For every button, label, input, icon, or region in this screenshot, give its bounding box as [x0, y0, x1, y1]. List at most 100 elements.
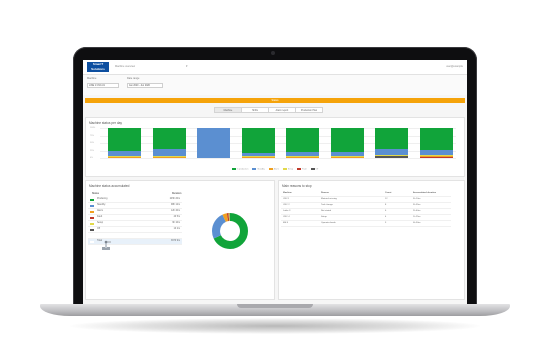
bar-segment-series-6	[375, 128, 408, 149]
legend-item[interactable]: Setup	[282, 168, 293, 171]
robot-arm-icon	[102, 240, 111, 250]
nav-title[interactable]: Machine overview	[115, 65, 135, 68]
machine-select[interactable]: LINE 1 CNC-01	[87, 83, 119, 88]
stop-reason-cell: CNC 4	[283, 216, 290, 218]
stop-reason-cell: Tool change	[321, 204, 333, 206]
laptop-notch	[237, 304, 313, 308]
status-banner[interactable]: Status	[85, 98, 465, 103]
logo-text-2: Solutions	[91, 67, 105, 71]
stop-reason-cell: 2h 40m	[413, 210, 421, 212]
bar-day-3[interactable]	[197, 128, 230, 158]
legend-label: Alarm	[273, 168, 279, 171]
tab-production-plan[interactable]: Production Plan	[295, 107, 323, 113]
stop-reason-cell: Material missing	[321, 198, 337, 200]
stop-reason-cell: 3	[385, 222, 387, 224]
stop-reason-cell: Mill 5	[283, 222, 289, 224]
legend-label: Off	[315, 168, 319, 171]
bar-segment-series-4	[375, 154, 408, 156]
status-name: Standby	[97, 204, 106, 206]
stop-reason-row[interactable]: Mill 5 Operator break 3 0h 50m	[281, 221, 451, 227]
bar-segment-series-5	[108, 151, 141, 156]
stop-reason-cell: CNC 2	[283, 204, 290, 206]
bar-day-4[interactable]	[241, 128, 275, 158]
bar-day-5[interactable]	[286, 128, 319, 158]
bar-segment-series-4	[152, 155, 186, 157]
stop-reason-cell: Not stated	[321, 210, 331, 212]
bar-segment-series-5	[241, 152, 275, 157]
status-duration: 98h 12m	[171, 204, 180, 206]
bar-segment-series-5	[197, 128, 230, 158]
tab-machine[interactable]: Machine	[214, 107, 242, 113]
laptop-shadow	[70, 318, 480, 334]
bar-day-2[interactable]	[152, 128, 186, 158]
status-color-swatch	[90, 228, 94, 231]
bar-segment-series-4	[108, 155, 141, 157]
y-tick-label: 100%	[90, 127, 96, 129]
stop-reasons-panel: Main reasons to stop Machine Reason Coun…	[278, 180, 465, 300]
stop-reason-cell: 8	[385, 204, 387, 206]
chart-legend: In production Standby Alarm Setup Fault Off	[86, 168, 464, 171]
bar-segment-series-4	[241, 156, 275, 157]
legend-label: In production	[236, 168, 249, 171]
bar-day-6[interactable]	[330, 128, 364, 158]
legend-swatch	[231, 168, 236, 170]
status-color-swatch	[90, 234, 94, 237]
bar-segment-series-5	[152, 149, 186, 156]
bar-segment-series-6	[152, 128, 186, 149]
status-name: Off	[97, 228, 101, 230]
bar-day-7[interactable]	[375, 128, 408, 158]
tab-alarm-report[interactable]: Alarm report	[268, 107, 296, 113]
bar-segment-series-5	[286, 152, 319, 156]
bar-segment-series-5	[419, 149, 453, 155]
chart-gridline	[100, 158, 456, 159]
filter-label-date: Date range	[127, 77, 140, 80]
legend-item[interactable]: In production	[231, 168, 249, 171]
bar-segment-series-3	[375, 155, 408, 157]
status-color-swatch	[90, 198, 94, 201]
status-name: Producing	[97, 198, 108, 200]
camera-dot	[271, 51, 275, 55]
bar-segment-series-3	[419, 155, 453, 157]
legend-swatch	[252, 168, 257, 170]
stop-reason-cell: 1h 25m	[413, 216, 421, 218]
stops-col-reason: Reason	[321, 192, 329, 194]
legend-label: Standby	[257, 168, 265, 171]
status-summary-panel: Machine status accumulated Status Durati…	[85, 180, 275, 300]
bar-segment-series-3	[152, 156, 186, 158]
legend-swatch	[282, 168, 287, 170]
legend-item[interactable]: Standby	[252, 168, 265, 171]
stop-reason-cell: 3h 55m	[413, 204, 421, 206]
chart-title: Machine status per day	[89, 121, 122, 125]
legend-item[interactable]: Fault	[297, 168, 307, 171]
view-tabs: Machine Shifts Alarm report Production P…	[214, 107, 323, 113]
stops-title: Main reasons to stop	[282, 184, 312, 188]
status-color-swatch	[90, 216, 94, 219]
status-donut-chart	[212, 213, 248, 249]
app-logo[interactable]: SmartT Solutions	[87, 62, 109, 72]
tab-shifts[interactable]: Shifts	[241, 107, 269, 113]
bar-segment-series-3	[241, 156, 275, 158]
bar-segment-series-2	[419, 156, 453, 158]
legend-item[interactable]: Off	[310, 168, 319, 171]
user-menu[interactable]: user@example	[446, 65, 463, 68]
bar-segment-series-4	[286, 155, 319, 157]
status-duration: 6h 10m	[172, 222, 180, 224]
legend-item[interactable]: Alarm	[268, 168, 279, 171]
duration-header: Duration	[172, 193, 182, 195]
bar-segment-series-6	[108, 128, 141, 152]
bar-segment-series-4	[419, 154, 453, 156]
status-name: Alarm	[97, 210, 103, 212]
status-color-swatch	[90, 240, 94, 243]
bar-day-8[interactable]	[419, 128, 453, 158]
filter-label-machine: Machine	[87, 77, 97, 80]
legend-label: Fault	[302, 168, 307, 171]
bar-day-1[interactable]	[108, 128, 141, 158]
bar-segment-series-6	[241, 128, 275, 153]
y-tick-label: 50%	[90, 142, 95, 144]
date-range-select[interactable]: Jan 2020 - Jun 2020	[127, 83, 163, 88]
chevron-down-icon[interactable]: ▾	[186, 64, 188, 68]
stops-col-duration: Accumulated duration	[413, 192, 437, 194]
bar-segment-series-5	[375, 149, 408, 155]
status-name: Setup	[97, 222, 104, 224]
stop-reason-cell: 0h 50m	[413, 222, 421, 224]
